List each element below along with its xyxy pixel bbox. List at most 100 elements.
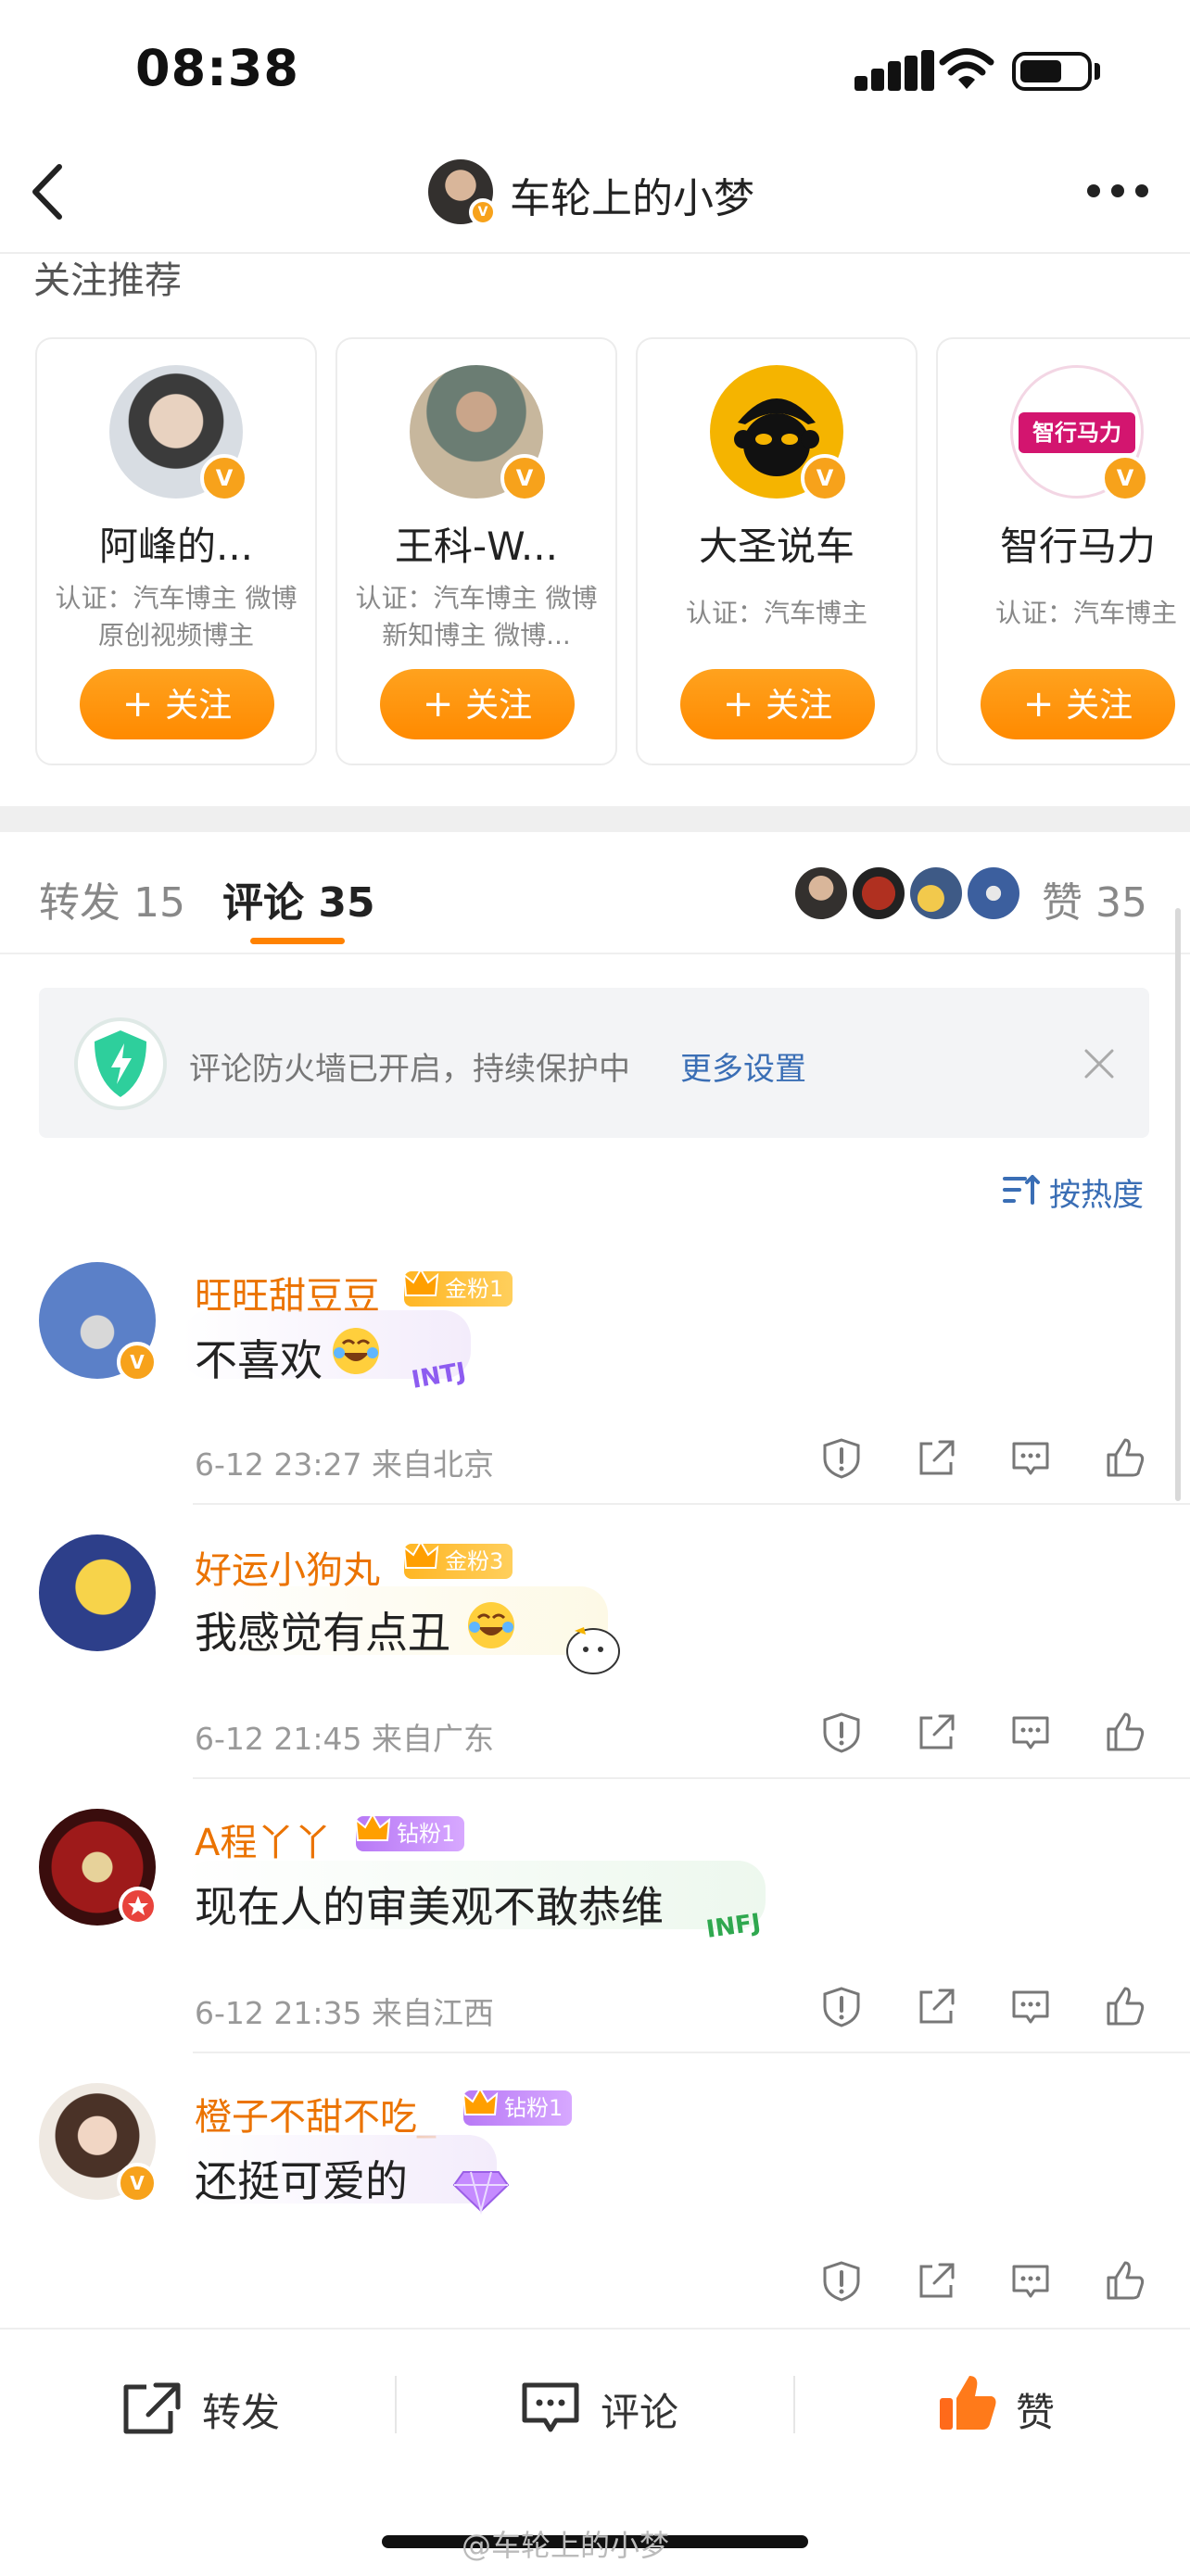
- tabs-divider: [0, 953, 1190, 954]
- share-icon[interactable]: [914, 1985, 958, 2029]
- report-icon[interactable]: [819, 1985, 864, 2029]
- more-options-icon[interactable]: [1086, 182, 1149, 200]
- battery-tip: [1095, 63, 1100, 80]
- like-thumb-icon[interactable]: [1103, 1985, 1147, 2029]
- sort-by-hot-button[interactable]: 按热度: [1049, 1169, 1144, 1215]
- comment-divider: [193, 2052, 1190, 2053]
- section-divider: [0, 806, 1190, 832]
- follow-button[interactable]: 关注: [680, 669, 875, 739]
- reply-icon[interactable]: [1008, 1711, 1053, 1755]
- tab-comment-count: 35: [318, 879, 375, 927]
- comment-meta: 6-12 21:35 来自江西: [195, 1995, 494, 2031]
- liker-avatar[interactable]: [910, 867, 962, 919]
- repost-button[interactable]: 转发: [120, 2372, 306, 2446]
- share-icon[interactable]: [914, 2259, 958, 2304]
- follow-button[interactable]: 关注: [981, 669, 1175, 739]
- shield-icon: [74, 1017, 167, 1110]
- laugh-cry-emoji-icon: [468, 1602, 514, 1648]
- card-cert: 认证：汽车博主: [685, 598, 867, 628]
- verified-badge-icon: [801, 454, 849, 502]
- commenter-name[interactable]: 橙子不甜不吃_: [195, 2087, 436, 2140]
- follow-button[interactable]: 关注: [80, 669, 274, 739]
- sort-icon[interactable]: [1003, 1173, 1040, 1206]
- share-icon[interactable]: [914, 1436, 958, 1481]
- verified-badge-icon: [117, 1342, 158, 1383]
- comment-meta: 6-12 21:45 来自广东: [195, 1721, 494, 1757]
- recommend-card[interactable]: 阿峰的... 认证：汽车博主 微博原创视频博主 关注: [35, 337, 317, 765]
- recommend-card[interactable]: 大圣说车 认证：汽车博主 关注: [636, 337, 918, 765]
- crown-icon: [462, 2086, 499, 2115]
- watermark-text: @车轮上的小梦: [462, 2528, 670, 2563]
- liker-avatar[interactable]: [968, 867, 1019, 919]
- comment-text: 现在人的审美观不敢恭维: [195, 1882, 664, 1932]
- comment-text: 我感觉有点丑: [195, 1608, 450, 1658]
- reply-icon[interactable]: [1008, 2259, 1053, 2304]
- tab-repost[interactable]: 转发 15: [39, 869, 185, 928]
- report-icon[interactable]: [819, 2259, 864, 2304]
- verified-badge-icon: [117, 2163, 158, 2203]
- firewall-status-text: 评论防火墙已开启，持续保护中: [189, 1051, 630, 1088]
- reply-icon[interactable]: [1008, 1436, 1053, 1481]
- more-settings-link[interactable]: 更多设置: [680, 1043, 806, 1089]
- like-label: 赞: [1016, 2390, 1056, 2435]
- back-arrow-icon[interactable]: [26, 161, 69, 222]
- card-cert: 认证：汽车博主 微博原创视频博主: [55, 583, 298, 650]
- like-thumb-icon[interactable]: [1103, 1711, 1147, 1755]
- comment-meta: 6-12 23:27 来自北京: [195, 1446, 494, 1483]
- reply-icon[interactable]: [1008, 1985, 1053, 2029]
- liker-avatar[interactable]: [853, 867, 905, 919]
- cellular-signal-icon: [855, 50, 936, 91]
- battery-icon: [1012, 52, 1092, 91]
- recommend-card[interactable]: 智行马力 智行马力 认证：汽车博主 关注: [936, 337, 1190, 765]
- fan-badge: 钻粉1: [354, 1812, 465, 1851]
- report-icon[interactable]: [819, 1436, 864, 1481]
- like-button[interactable]: 赞: [936, 2367, 1084, 2444]
- verified-badge-icon: [500, 454, 549, 502]
- comment-icon: [522, 2382, 579, 2432]
- close-icon[interactable]: [1082, 1047, 1116, 1080]
- page-title[interactable]: 车轮上的小梦: [510, 165, 754, 224]
- tab-comment-label: 评论: [222, 879, 304, 927]
- vip-star-badge-icon: [119, 1887, 158, 1926]
- section-title-recommend: 关注推荐: [33, 259, 182, 302]
- comment-button[interactable]: 评论: [519, 2372, 704, 2446]
- sort-label: 按热度: [1049, 1177, 1144, 1214]
- commenter-avatar[interactable]: [39, 1534, 156, 1651]
- comment-text: 不喜欢: [195, 1335, 323, 1385]
- tab-comment[interactable]: 评论 35: [222, 869, 375, 928]
- brand-logo-text: 智行马力: [1019, 412, 1135, 453]
- fan-badge: 钻粉1: [462, 2086, 573, 2126]
- comment-label: 评论: [601, 2390, 679, 2435]
- recommend-card[interactable]: 王科-W... 认证：汽车博主 微博新知博主 微博... 关注: [335, 337, 617, 765]
- active-tab-indicator: [250, 938, 345, 944]
- fan-badge: 金粉3: [402, 1539, 513, 1579]
- diamond-sticker-icon: [452, 2171, 510, 2215]
- tab-like[interactable]: 赞 35: [1042, 869, 1147, 928]
- comment-text: 还挺可爱的: [195, 2156, 408, 2206]
- report-icon[interactable]: [819, 1711, 864, 1755]
- status-time: 08:38: [135, 39, 299, 97]
- commenter-name[interactable]: A程丫丫: [195, 1812, 331, 1866]
- liker-avatar[interactable]: [795, 867, 847, 919]
- fan-badge: 金粉1: [402, 1267, 513, 1307]
- card-cert: 认证：汽车博主: [994, 598, 1177, 628]
- card-name: 智行马力: [999, 524, 1156, 569]
- bottom-bar-separator: [793, 2376, 795, 2433]
- card-name: 大圣说车: [698, 524, 855, 569]
- card-name: 王科-W...: [395, 524, 558, 569]
- crown-icon: [402, 1539, 439, 1569]
- crown-icon: [354, 1812, 391, 1841]
- verified-badge-icon: [200, 454, 248, 502]
- like-thumb-icon[interactable]: [1103, 1436, 1147, 1481]
- follow-button[interactable]: 关注: [380, 669, 575, 739]
- crown-icon: [402, 1267, 439, 1296]
- card-cert: 认证：汽车博主 微博新知博主 微博...: [355, 583, 598, 650]
- wifi-icon: [939, 48, 994, 89]
- comment-divider: [193, 1777, 1190, 1779]
- share-icon[interactable]: [914, 1711, 958, 1755]
- cute-sticker-icon: [566, 1627, 620, 1674]
- repost-icon: [123, 2382, 181, 2434]
- like-thumb-icon[interactable]: [1103, 2259, 1147, 2304]
- verified-badge-icon: [1101, 454, 1149, 502]
- repost-label: 转发: [202, 2390, 281, 2435]
